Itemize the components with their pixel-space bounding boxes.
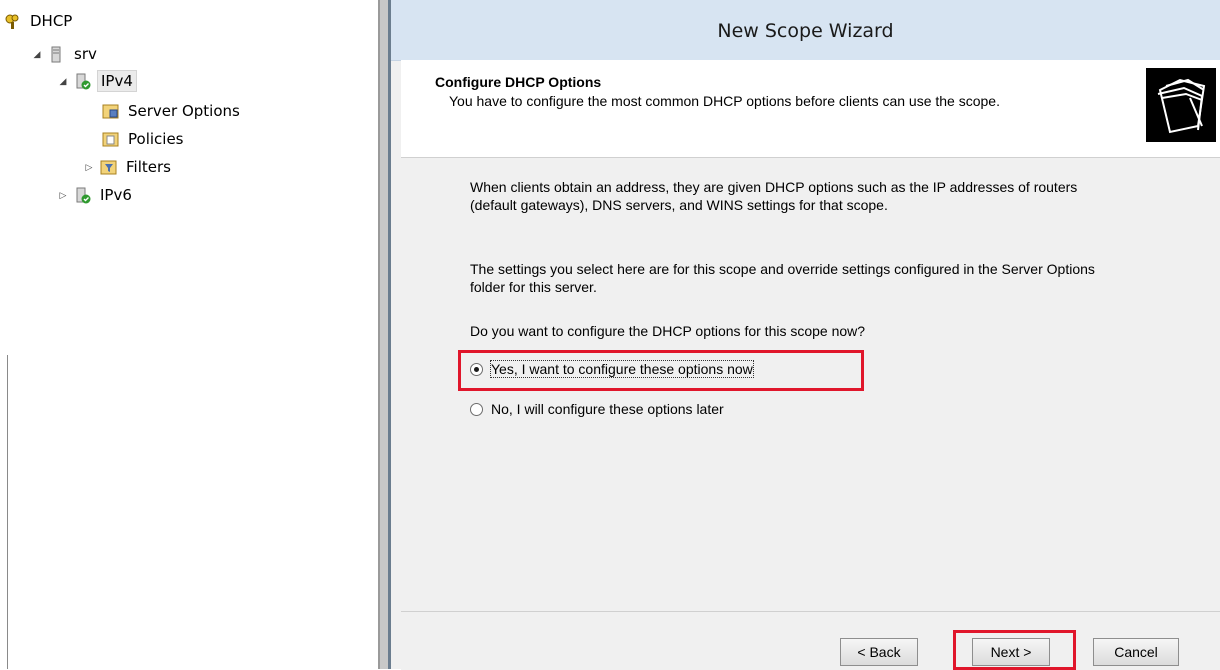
- info-paragraph: The settings you select here are for thi…: [470, 261, 1095, 295]
- window-title: New Scope Wizard: [717, 20, 894, 42]
- next-button[interactable]: Next >: [972, 638, 1050, 666]
- server-icon: [48, 46, 65, 63]
- radio-button-selected[interactable]: [470, 362, 483, 376]
- tree-node-dhcp[interactable]: DHCP: [4, 10, 75, 32]
- page-title: Configure DHCP Options: [435, 74, 602, 90]
- tree-node-server-options[interactable]: Server Options: [102, 100, 243, 122]
- tree-node-ipv6[interactable]: ▷ IPv6: [56, 184, 135, 206]
- tree-label: Server Options: [128, 102, 240, 120]
- options-icon: [102, 103, 119, 120]
- filters-icon: [100, 159, 117, 176]
- ipv4-server-icon: [74, 73, 91, 90]
- wizard-footer: < Back Next > Cancel: [401, 611, 1220, 670]
- dhcp-icon: [4, 13, 21, 30]
- tree-label: srv: [74, 45, 97, 63]
- tree-node-policies[interactable]: Policies: [102, 128, 186, 150]
- tree-node-filters[interactable]: ▷ Filters: [82, 156, 174, 178]
- tree-label: Filters: [126, 158, 171, 176]
- new-scope-wizard-window: New Scope Wizard Configure DHCP Options …: [388, 0, 1220, 670]
- tree-node-srv[interactable]: ◢ srv: [30, 43, 100, 65]
- tree-label: DHCP: [30, 12, 73, 30]
- expand-icon[interactable]: ▷: [82, 162, 96, 173]
- radio-button[interactable]: [470, 402, 483, 416]
- expand-icon[interactable]: ▷: [56, 190, 70, 201]
- wizard-header: Configure DHCP Options You have to confi…: [401, 60, 1220, 158]
- ipv6-server-icon: [74, 187, 91, 204]
- tree-label: IPv4: [97, 70, 137, 92]
- wizard-body: When clients obtain an address, they are…: [401, 158, 1220, 611]
- question-text: Do you want to configure the DHCP option…: [470, 323, 866, 339]
- pane-separator: [380, 0, 388, 669]
- radio-label: Yes, I want to configure these options n…: [490, 360, 754, 378]
- policies-icon: [102, 131, 119, 148]
- tree-edge: [7, 355, 8, 669]
- title-bar[interactable]: New Scope Wizard: [391, 0, 1220, 61]
- info-paragraph: When clients obtain an address, they are…: [470, 179, 1078, 213]
- radio-no-configure-later[interactable]: No, I will configure these options later: [470, 401, 724, 417]
- collapse-icon[interactable]: ◢: [30, 49, 44, 60]
- cancel-button[interactable]: Cancel: [1093, 638, 1179, 666]
- back-button[interactable]: < Back: [840, 638, 918, 666]
- tree-node-ipv4[interactable]: ◢ IPv4: [56, 70, 137, 92]
- folders-icon: [1146, 68, 1216, 142]
- page-subtitle: You have to configure the most common DH…: [449, 93, 1000, 109]
- collapse-icon[interactable]: ◢: [56, 76, 70, 87]
- console-tree: DHCP ◢ srv ◢ IPv4 Server Options Policie…: [0, 0, 380, 669]
- tree-label: Policies: [128, 130, 184, 148]
- radio-yes-configure-now[interactable]: Yes, I want to configure these options n…: [470, 360, 754, 378]
- tree-label: IPv6: [100, 186, 132, 204]
- radio-label: No, I will configure these options later: [491, 401, 724, 417]
